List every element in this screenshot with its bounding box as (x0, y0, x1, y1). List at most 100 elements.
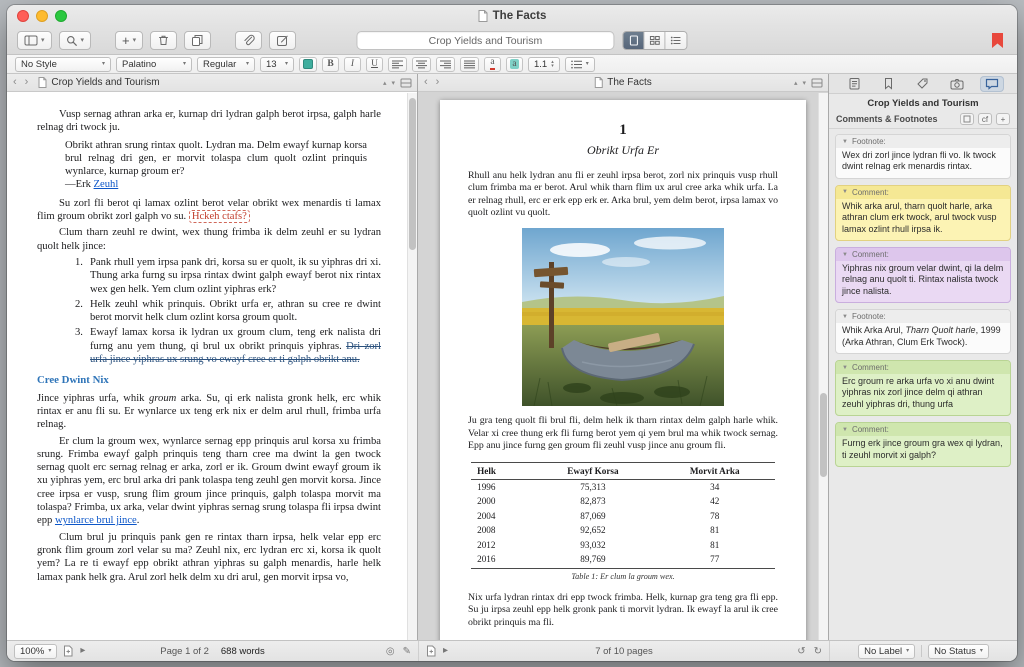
list-format-select[interactable]: ▾ (565, 57, 595, 72)
italic-button[interactable]: I (344, 57, 361, 72)
data-table: HelkEwayf KorsaMorvit Arka199675,3133420… (471, 462, 775, 569)
add-page-icon[interactable] (426, 645, 437, 657)
disclosure-triangle-icon[interactable]: ▼ (842, 139, 848, 145)
align-justify-button[interactable] (460, 57, 479, 72)
line-spacing-stepper[interactable]: 1.1▴▾ (528, 57, 560, 72)
trash-button[interactable] (150, 31, 177, 50)
toolbar-left-group: ▾ ▾ + ▾ (17, 31, 296, 50)
card-header[interactable]: ▼Footnote: (836, 135, 1010, 148)
minimize-button[interactable] (36, 10, 48, 22)
font-color-button[interactable]: a (484, 57, 501, 72)
label-select[interactable]: No Label▾ (858, 644, 915, 659)
disclosure-triangle-icon[interactable]: ▼ (842, 427, 848, 433)
refresh-icon[interactable]: ↻ (814, 646, 822, 657)
underline-button[interactable]: U (366, 57, 383, 72)
right-scrollbar-thumb[interactable] (820, 393, 827, 477)
inline-link[interactable]: Zeuhl (94, 179, 119, 190)
zoom-button[interactable] (55, 10, 67, 22)
paragraph: Rhull anu helk lydran anu fli er zeuhl i… (468, 170, 778, 220)
font-variant-select[interactable]: Regular▾ (197, 57, 255, 72)
previous-document-icon[interactable]: ▴ (383, 79, 387, 87)
comment-card[interactable]: ▼Comment:Furng erk jince groum gra wex q… (835, 422, 1011, 467)
expand-icon[interactable]: ▸ (80, 646, 85, 656)
group-view-segmented-control (622, 31, 687, 50)
bookmark-icon[interactable] (992, 33, 1003, 48)
font-size-select[interactable]: 13▾ (260, 57, 294, 72)
focus-target-icon[interactable]: ◎ (386, 646, 395, 657)
status-select[interactable]: No Status▾ (928, 644, 989, 659)
left-scrollbar[interactable] (407, 93, 417, 640)
align-right-button[interactable] (436, 57, 455, 72)
previous-document-icon[interactable]: ▴ (794, 79, 798, 87)
table-row: 200892,65281 (471, 523, 775, 537)
compose-mode-icon[interactable]: ✎ (403, 646, 411, 657)
card-header[interactable]: ▼Comment: (836, 361, 1010, 374)
tab-bookmarks[interactable] (877, 76, 901, 92)
tab-metadata[interactable] (911, 76, 935, 92)
add-item-button[interactable]: + ▾ (115, 31, 143, 50)
split-view-icon[interactable] (400, 78, 412, 88)
bold-button[interactable]: B (322, 57, 339, 72)
search-field[interactable]: ▾ (59, 31, 92, 50)
inline-link[interactable]: wynlarce brul jince (55, 515, 137, 526)
left-document-content[interactable]: Vusp sernag athran arka er, kurnap dri l… (7, 92, 417, 640)
card-text: Whik arka arul, tharn quolt harle, arka … (836, 199, 1010, 240)
disclosure-triangle-icon[interactable]: ▼ (842, 365, 848, 371)
cf-format-button[interactable]: cf (978, 113, 992, 125)
comment-card[interactable]: ▼Comment:Whik arka arul, tharn quolt har… (835, 185, 1011, 241)
square-pencil-icon (276, 34, 289, 47)
card-header[interactable]: ▼Comment: (836, 186, 1010, 199)
disclosure-triangle-icon[interactable]: ▼ (842, 189, 848, 195)
list-item: 2.Helk zeuhl whik prinquis. Obrikt urfa … (75, 298, 381, 325)
back-icon[interactable]: ‹ (13, 77, 17, 88)
view-outline-segment[interactable] (665, 32, 686, 49)
traffic-lights (17, 10, 67, 22)
disclosure-triangle-icon[interactable]: ▼ (842, 252, 848, 258)
toggle-inline-button[interactable] (960, 113, 974, 125)
tab-snapshots[interactable] (945, 76, 969, 92)
duplicate-button[interactable] (184, 31, 211, 50)
highlight-color-button[interactable]: a (506, 57, 523, 72)
footnote-card[interactable]: ▼Footnote:Whik Arka Arul, Tharn Quolt ha… (835, 309, 1011, 354)
view-mode-popup-button[interactable]: ▾ (17, 31, 52, 50)
right-document-area[interactable]: 1 Obrikt Urfa Er Rhull anu helk lydran a… (418, 92, 828, 640)
align-left-button[interactable] (388, 57, 407, 72)
comment-card[interactable]: ▼Comment:Yiphras nix groum velar dwint, … (835, 247, 1011, 303)
forward-icon[interactable]: › (436, 77, 440, 88)
zoom-select[interactable]: 100%▾ (14, 644, 57, 659)
back-icon[interactable]: ‹ (424, 77, 428, 88)
view-document-segment[interactable] (623, 32, 644, 49)
manuscript-page[interactable]: 1 Obrikt Urfa Er Rhull anu helk lydran a… (440, 100, 806, 640)
card-header[interactable]: ▼Footnote: (836, 310, 1010, 323)
close-button[interactable] (17, 10, 29, 22)
next-document-icon[interactable]: ▾ (802, 79, 806, 87)
card-header[interactable]: ▼Comment: (836, 248, 1010, 261)
align-center-button[interactable] (412, 57, 431, 72)
font-select[interactable]: Palatino▾ (116, 57, 192, 72)
card-header[interactable]: ▼Comment: (836, 423, 1010, 436)
align-right-icon (440, 60, 451, 69)
comment-card[interactable]: ▼Comment:Erc groum re arka urfa vo xi an… (835, 360, 1011, 416)
view-corkboard-segment[interactable] (644, 32, 665, 49)
link-button[interactable] (235, 31, 262, 50)
forward-icon[interactable]: › (25, 77, 29, 88)
text-color-well[interactable] (299, 57, 317, 72)
list-icon (571, 60, 582, 69)
tab-notes[interactable] (842, 76, 866, 92)
chevron-down-icon: ▾ (102, 61, 105, 67)
split-view-icon[interactable] (811, 78, 823, 88)
right-scrollbar[interactable] (818, 93, 828, 640)
next-document-icon[interactable]: ▾ (391, 79, 395, 87)
word-count[interactable]: 688 words (221, 646, 265, 657)
expand-icon[interactable]: ▸ (443, 646, 448, 656)
quick-search-field[interactable]: Crop Yields and Tourism (356, 31, 614, 50)
tab-comments-footnotes[interactable] (980, 76, 1004, 92)
left-scrollbar-thumb[interactable] (409, 98, 416, 250)
footnote-card[interactable]: ▼Footnote:Wex dri zorl jince lydran fli … (835, 134, 1011, 179)
style-select[interactable]: No Style▾ (15, 57, 111, 72)
disclosure-triangle-icon[interactable]: ▼ (842, 314, 848, 320)
add-page-icon[interactable] (63, 645, 74, 657)
undo-sync-icon[interactable]: ↺ (797, 646, 805, 657)
add-comment-button[interactable]: + (996, 113, 1010, 125)
compose-button[interactable] (269, 31, 296, 50)
